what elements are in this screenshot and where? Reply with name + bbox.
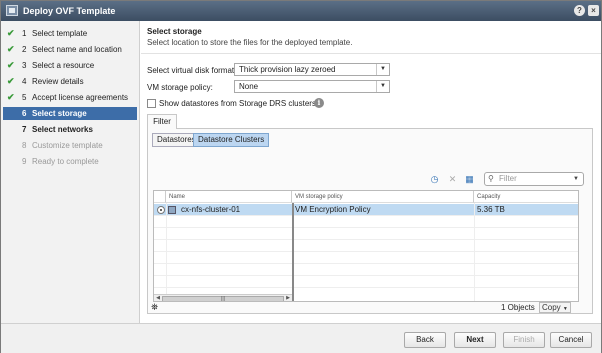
datastore-cluster-icon (168, 206, 176, 214)
step-ready-to-complete: 9 Ready to complete (3, 155, 137, 168)
disk-format-label: Select virtual disk format: (147, 66, 237, 75)
binoculars-icon[interactable]: ⛯ (151, 302, 158, 313)
filter-search-input[interactable]: ⚲ Filter ▼ (484, 172, 584, 186)
step-label: Ready to complete (32, 157, 99, 166)
chevron-down-icon: ▼ (376, 81, 389, 92)
scroll-right-icon[interactable]: ▶ (284, 295, 292, 301)
step-label: Select storage (32, 109, 87, 118)
object-count: 1 Objects (501, 303, 535, 312)
help-button[interactable]: ? (574, 5, 585, 16)
disk-format-select[interactable]: Thick provision lazy zeroed ▼ (234, 63, 390, 76)
step-accept-license[interactable]: ✔ 5 Accept license agreements (3, 91, 137, 104)
row-name: cx-nfs-cluster-01 (181, 205, 241, 214)
title-bar: Deploy OVF Template ? × (1, 1, 601, 21)
step-customize-template: 8 Customize template (3, 139, 137, 152)
cancel-button[interactable]: Cancel (550, 332, 592, 348)
step-label: Select template (32, 29, 88, 38)
empty-row (154, 228, 578, 240)
step-select-template[interactable]: ✔ 1 Select template (3, 27, 137, 40)
chevron-down-icon: ▼ (573, 176, 579, 182)
step-label: Accept license agreements (32, 93, 129, 102)
empty-row (154, 252, 578, 264)
empty-row (154, 240, 578, 252)
page-subtitle: Select location to store the files for t… (147, 38, 353, 47)
window-title: Deploy OVF Template (23, 6, 116, 16)
column-header-capacity[interactable]: Capacity (474, 191, 578, 203)
close-button[interactable]: × (588, 5, 599, 16)
step-label: Select name and location (32, 45, 122, 54)
show-drs-datastores-checkbox[interactable] (147, 99, 156, 108)
vm-policy-value: None (239, 82, 259, 91)
step-number: 9 (22, 157, 27, 166)
row-policy: VM Encryption Policy (295, 205, 371, 214)
tab-filter[interactable]: Filter (147, 114, 177, 129)
filter-placeholder: Filter (499, 174, 517, 183)
check-icon: ✔ (7, 60, 15, 70)
step-select-resource[interactable]: ✔ 3 Select a resource (3, 59, 137, 72)
next-button[interactable]: Next (454, 332, 496, 348)
column-header-select (154, 191, 166, 203)
column-divider (166, 203, 167, 301)
tab-datastore-clusters[interactable]: Datastore Clusters (193, 133, 270, 147)
row-capacity: 5.36 TB (477, 205, 505, 214)
step-label: Select networks (32, 125, 93, 134)
wizard-steps-sidebar: ✔ 1 Select template ✔ 2 Select name and … (1, 21, 140, 323)
empty-row (154, 264, 578, 276)
datastore-clusters-table: Name VM storage policy Capacity cx-nfs-c… (153, 190, 579, 302)
horizontal-scrollbar[interactable]: ◀ ||| ▶ (154, 294, 292, 301)
step-number: 6 (22, 109, 27, 118)
table-row[interactable]: cx-nfs-cluster-01 VM Encryption Policy 5… (154, 204, 578, 216)
select-storage-page: Select storage Select location to store … (141, 21, 601, 323)
table-footer: ⛯ 1 Objects Copy ▼ (148, 302, 592, 314)
refresh-icon[interactable]: ◷ (429, 174, 440, 185)
step-number: 7 (22, 125, 27, 134)
finish-button: Finish (503, 332, 545, 348)
step-number: 3 (22, 61, 27, 70)
step-number: 2 (22, 45, 27, 54)
row-radio-button[interactable] (157, 206, 165, 214)
ovf-window-icon (6, 5, 18, 16)
empty-row (154, 216, 578, 228)
check-icon: ✔ (7, 28, 15, 38)
scroll-left-icon[interactable]: ◀ (154, 295, 162, 301)
check-icon: ✔ (7, 44, 15, 54)
column-header-name[interactable]: Name (166, 191, 292, 203)
step-select-storage[interactable]: 6 Select storage (3, 107, 137, 120)
chevron-down-icon: ▼ (562, 306, 568, 312)
clear-filter-icon[interactable]: ✕ (447, 174, 458, 185)
columns-icon[interactable]: ▦ (464, 174, 475, 185)
disk-format-value: Thick provision lazy zeroed (239, 65, 336, 74)
copy-label: Copy (542, 303, 561, 312)
step-select-networks[interactable]: 7 Select networks (3, 123, 137, 136)
step-label: Customize template (32, 141, 103, 150)
column-divider (292, 203, 294, 301)
check-icon: ✔ (7, 92, 15, 102)
deploy-ovf-dialog: Deploy OVF Template ? × ✔ 1 Select templ… (0, 0, 602, 353)
info-icon[interactable]: i (314, 98, 324, 108)
chevron-down-icon: ▼ (376, 64, 389, 75)
column-divider (474, 203, 475, 301)
step-review-details[interactable]: ✔ 4 Review details (3, 75, 137, 88)
column-header-vm-storage-policy[interactable]: VM storage policy (292, 191, 474, 203)
copy-button[interactable]: Copy ▼ (539, 302, 571, 313)
search-icon: ⚲ (488, 174, 494, 183)
header-divider (141, 53, 601, 54)
wizard-button-bar: Back Next Finish Cancel (1, 323, 601, 353)
vm-policy-label: VM storage policy: (147, 83, 213, 92)
show-drs-datastores-label: Show datastores from Storage DRS cluster… (159, 99, 316, 108)
step-number: 4 (22, 77, 27, 86)
check-icon: ✔ (7, 76, 15, 86)
page-title: Select storage (147, 27, 202, 36)
empty-row (154, 276, 578, 288)
back-button[interactable]: Back (404, 332, 446, 348)
step-label: Review details (32, 77, 84, 86)
step-number: 8 (22, 141, 27, 150)
vm-policy-select[interactable]: None ▼ (234, 80, 390, 93)
step-number: 5 (22, 93, 27, 102)
storage-filter-panel: Datastores Datastore Clusters ◷ ✕ ▦ ⚲ Fi… (147, 128, 593, 314)
step-number: 1 (22, 29, 27, 38)
step-label: Select a resource (32, 61, 95, 70)
step-select-name-location[interactable]: ✔ 2 Select name and location (3, 43, 137, 56)
